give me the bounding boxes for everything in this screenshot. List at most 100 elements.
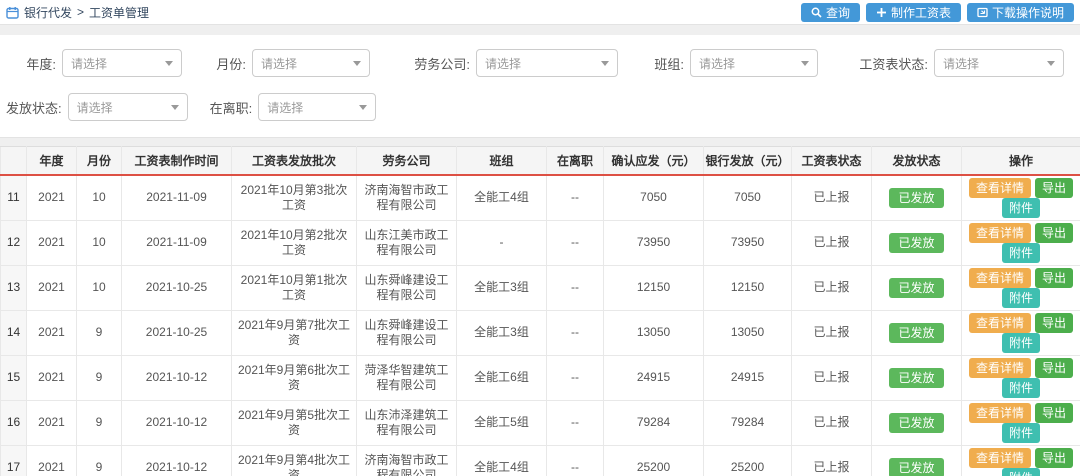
filter-sheet-status: 工资表状态: 请选择	[856, 49, 1064, 77]
export-button[interactable]: 导出	[1035, 268, 1073, 288]
cell-employment: --	[547, 220, 604, 265]
create-payroll-button[interactable]: 制作工资表	[866, 3, 961, 22]
row-index: 17	[1, 445, 27, 476]
attachment-button[interactable]: 附件	[1002, 423, 1040, 443]
header-bank-amount: 银行发放（元）	[704, 147, 792, 175]
pay-status-badge: 已发放	[889, 323, 943, 343]
labor-company-select[interactable]: 请选择	[476, 49, 618, 77]
attachment-button[interactable]: 附件	[1002, 198, 1040, 218]
cell-team: 全能工4组	[457, 445, 547, 476]
calendar-icon	[6, 6, 19, 19]
filter-month: 月份: 请选择	[216, 49, 370, 77]
filter-team: 班组: 请选择	[650, 49, 818, 77]
table-row: 17202192021-10-122021年9月第4批次工资济南海智市政工程有限…	[1, 445, 1080, 476]
attachment-button[interactable]: 附件	[1002, 378, 1040, 398]
cell-actions: 查看详情导出附件	[962, 220, 1080, 265]
attachment-button[interactable]: 附件	[1002, 333, 1040, 353]
breadcrumb-section[interactable]: 银行代发	[24, 4, 72, 21]
search-icon	[811, 7, 822, 18]
download-icon	[977, 7, 988, 18]
employment-select[interactable]: 请选择	[258, 93, 376, 121]
cell-actions: 查看详情导出附件	[962, 445, 1080, 476]
pay-status-badge: 已发放	[889, 458, 943, 476]
download-instructions-button[interactable]: 下载操作说明	[967, 3, 1074, 22]
cell-pay-status: 已发放	[872, 310, 962, 355]
search-button[interactable]: 查询	[801, 3, 860, 22]
export-button[interactable]: 导出	[1035, 178, 1073, 198]
cell-sheet-status: 已上报	[792, 355, 872, 400]
pay-status-badge: 已发放	[889, 413, 943, 433]
table-row: 15202192021-10-122021年9月第6批次工资菏泽华智建筑工程有限…	[1, 355, 1080, 400]
detail-button[interactable]: 查看详情	[969, 178, 1031, 198]
cell-actions: 查看详情导出附件	[962, 265, 1080, 310]
breadcrumb: 银行代发 > 工资单管理	[6, 4, 149, 21]
cell-bank-amount: 13050	[704, 310, 792, 355]
year-select[interactable]: 请选择	[62, 49, 182, 77]
cell-company: 菏泽华智建筑工程有限公司	[357, 355, 457, 400]
cell-pay-status: 已发放	[872, 175, 962, 221]
attachment-button[interactable]: 附件	[1002, 243, 1040, 263]
cell-year: 2021	[27, 310, 77, 355]
header-confirmed-amount: 确认应发（元）	[604, 147, 704, 175]
chevron-down-icon	[171, 105, 179, 110]
cell-confirmed-amount: 24915	[604, 355, 704, 400]
cell-pay-status: 已发放	[872, 400, 962, 445]
export-button[interactable]: 导出	[1035, 358, 1073, 378]
payroll-table: 年度 月份 工资表制作时间 工资表发放批次 劳务公司 班组 在离职 确认应发（元…	[0, 146, 1080, 476]
cell-sheet-status: 已上报	[792, 310, 872, 355]
cell-actions: 查看详情导出附件	[962, 310, 1080, 355]
cell-create-time: 2021-10-12	[122, 400, 232, 445]
cell-confirmed-amount: 13050	[604, 310, 704, 355]
header-year: 年度	[27, 147, 77, 175]
team-select[interactable]: 请选择	[690, 49, 818, 77]
row-index: 12	[1, 220, 27, 265]
export-button[interactable]: 导出	[1035, 313, 1073, 333]
cell-batch: 2021年9月第7批次工资	[232, 310, 357, 355]
month-select[interactable]: 请选择	[252, 49, 370, 77]
toolbar: 查询 制作工资表 下载操作说明	[801, 3, 1074, 22]
cell-team: 全能工3组	[457, 265, 547, 310]
cell-team: 全能工6组	[457, 355, 547, 400]
cell-month: 10	[77, 265, 122, 310]
export-button[interactable]: 导出	[1035, 223, 1073, 243]
cell-pay-status: 已发放	[872, 355, 962, 400]
detail-button[interactable]: 查看详情	[969, 358, 1031, 378]
cell-create-time: 2021-10-12	[122, 355, 232, 400]
chevron-down-icon	[801, 61, 809, 66]
detail-button[interactable]: 查看详情	[969, 313, 1031, 333]
detail-button[interactable]: 查看详情	[969, 223, 1031, 243]
detail-button[interactable]: 查看详情	[969, 268, 1031, 288]
plus-icon	[876, 7, 887, 18]
table-row: 122021102021-11-092021年10月第2批次工资山东江美市政工程…	[1, 220, 1080, 265]
cell-year: 2021	[27, 265, 77, 310]
breadcrumb-separator: >	[77, 5, 84, 19]
cell-year: 2021	[27, 355, 77, 400]
filter-row-1: 年度: 请选择 月份: 请选择 劳务公司: 请选择 班组: 请选择	[0, 49, 1080, 77]
cell-year: 2021	[27, 445, 77, 476]
cell-bank-amount: 24915	[704, 355, 792, 400]
sheet-status-select[interactable]: 请选择	[934, 49, 1064, 77]
chevron-down-icon	[1047, 61, 1055, 66]
cell-sheet-status: 已上报	[792, 445, 872, 476]
detail-button[interactable]: 查看详情	[969, 448, 1031, 468]
table-header: 年度 月份 工资表制作时间 工资表发放批次 劳务公司 班组 在离职 确认应发（元…	[1, 147, 1080, 175]
table-body: 112021102021-11-092021年10月第3批次工资济南海智市政工程…	[1, 175, 1080, 476]
export-button[interactable]: 导出	[1035, 403, 1073, 423]
cell-company: 山东江美市政工程有限公司	[357, 220, 457, 265]
cell-bank-amount: 12150	[704, 265, 792, 310]
attachment-button[interactable]: 附件	[1002, 288, 1040, 308]
cell-confirmed-amount: 73950	[604, 220, 704, 265]
cell-team: 全能工5组	[457, 400, 547, 445]
cell-employment: --	[547, 355, 604, 400]
header-company: 劳务公司	[357, 147, 457, 175]
pay-status-select[interactable]: 请选择	[68, 93, 188, 121]
attachment-button[interactable]: 附件	[1002, 468, 1040, 476]
cell-create-time: 2021-11-09	[122, 175, 232, 221]
cell-employment: --	[547, 445, 604, 476]
header-pay-status: 发放状态	[872, 147, 962, 175]
table-row: 132021102021-10-252021年10月第1批次工资山东舜峰建设工程…	[1, 265, 1080, 310]
filter-pay-status: 发放状态: 请选择	[6, 93, 188, 121]
detail-button[interactable]: 查看详情	[969, 403, 1031, 423]
export-button[interactable]: 导出	[1035, 448, 1073, 468]
cell-month: 10	[77, 220, 122, 265]
